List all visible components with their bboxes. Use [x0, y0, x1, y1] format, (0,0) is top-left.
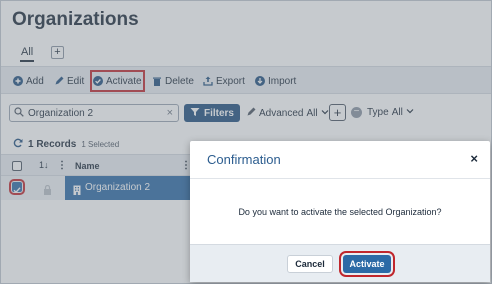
close-icon[interactable]: × — [470, 151, 478, 166]
dialog-message: Do you want to activate the selected Org… — [238, 207, 442, 217]
cancel-button[interactable]: Cancel — [287, 255, 333, 273]
dialog-title: Confirmation — [207, 152, 281, 167]
dialog-footer: Cancel Activate — [190, 244, 490, 282]
dialog-header: Confirmation × — [190, 141, 490, 179]
confirmation-dialog: Confirmation × Do you want to activate t… — [190, 141, 490, 282]
confirm-activate-button[interactable]: Activate — [339, 251, 395, 277]
